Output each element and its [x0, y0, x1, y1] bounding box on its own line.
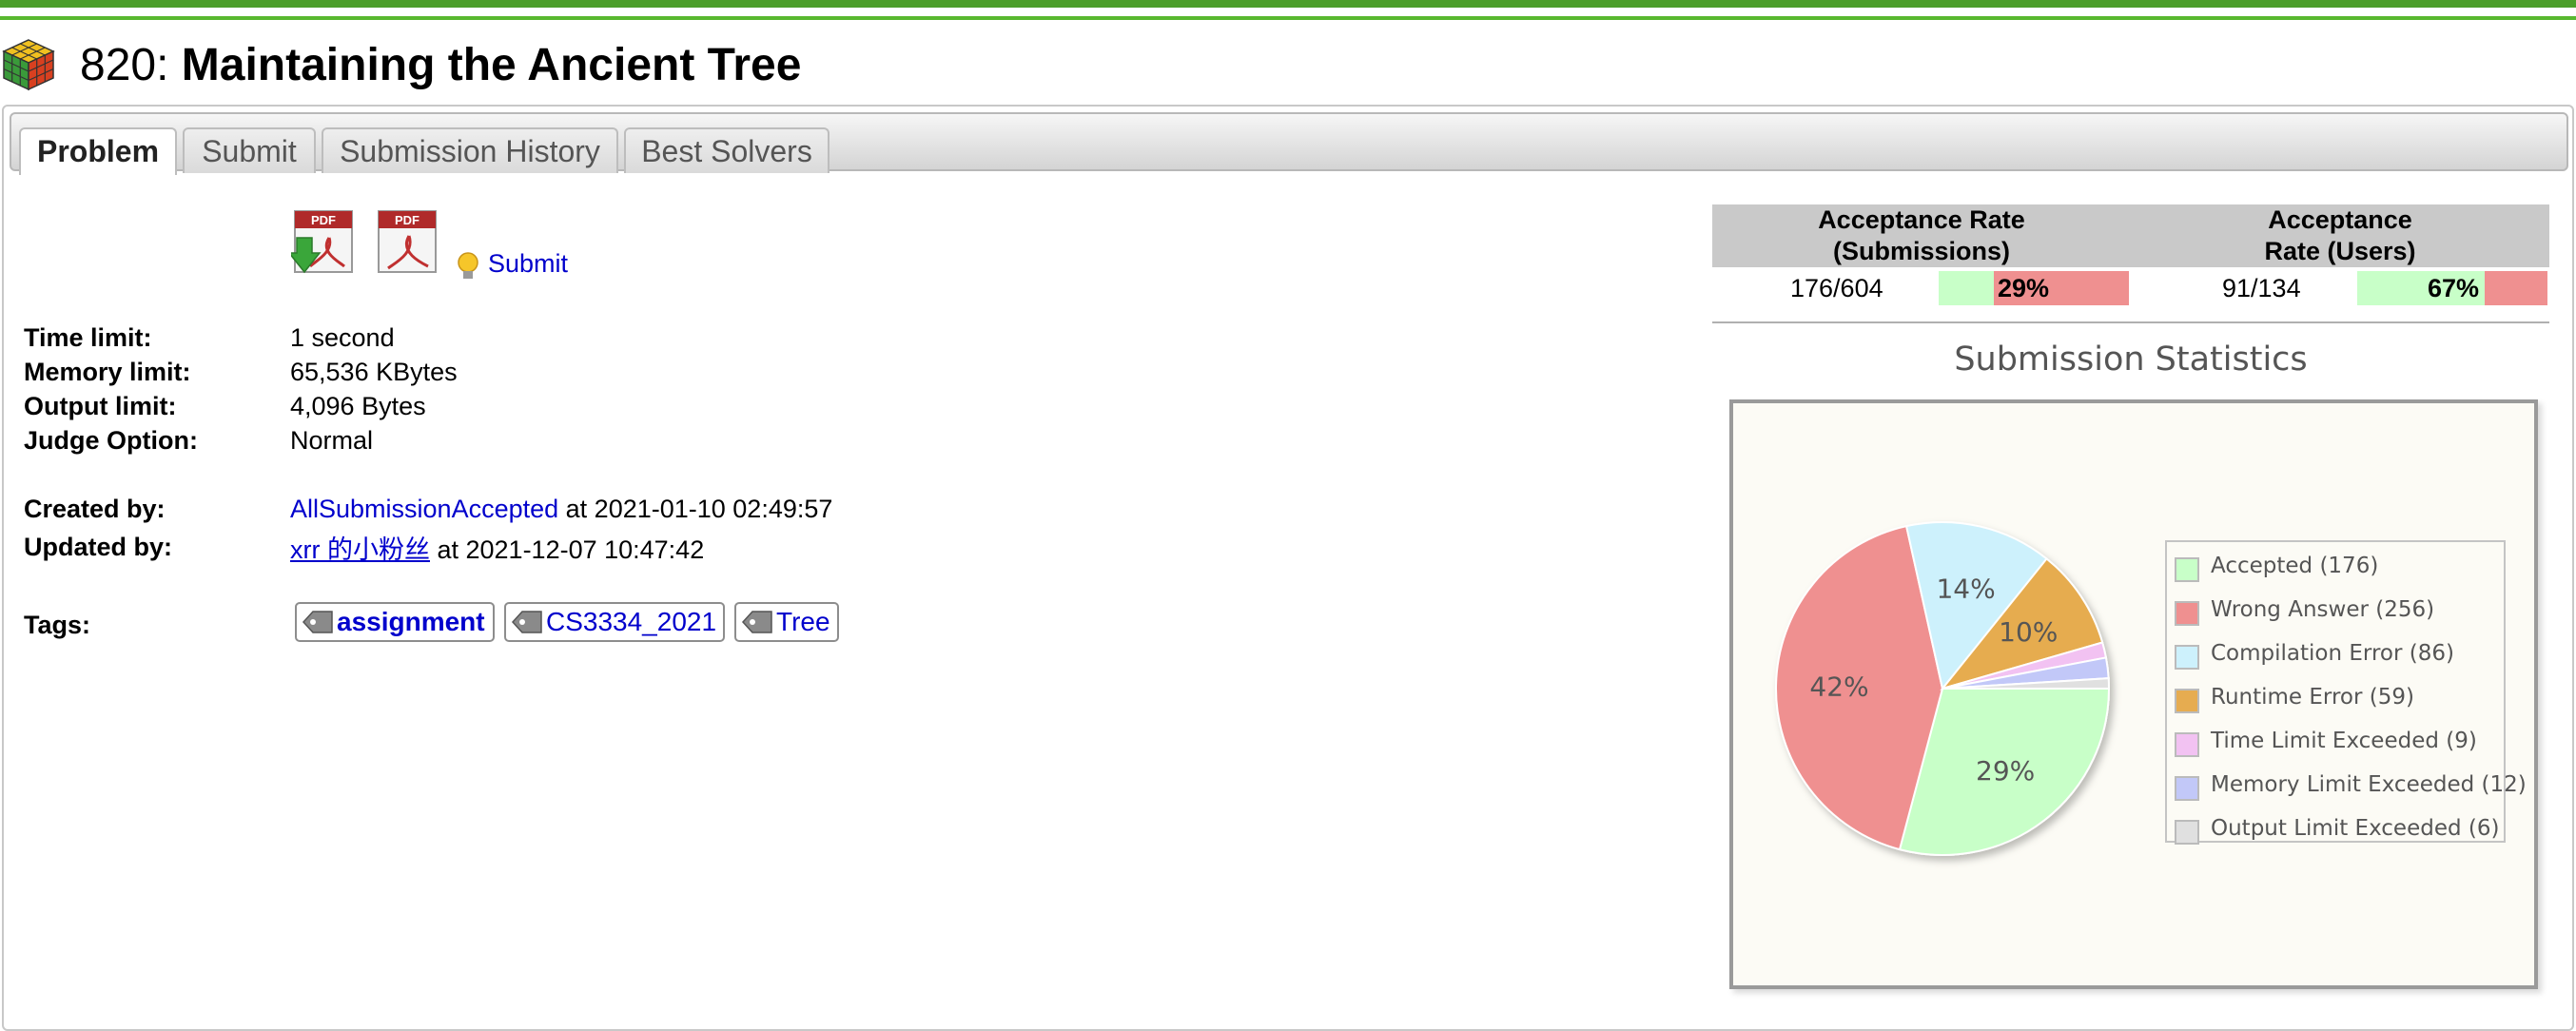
legend-swatch [2175, 776, 2199, 801]
pdf-icon[interactable]: PDF [375, 209, 441, 276]
submissions-rate-bar: 29% [1939, 271, 2129, 305]
users-count: 91/134 [2222, 274, 2301, 302]
updated-by-label: Updated by: [24, 533, 173, 561]
tag-cs3334-2021[interactable]: CS3334_2021 [504, 602, 725, 642]
legend-swatch [2175, 601, 2199, 626]
divider [1712, 321, 2549, 323]
legend-label: Wrong Answer (256) [2211, 597, 2435, 622]
created-at: at 2021-01-10 02:49:57 [558, 495, 833, 523]
pdf-download-icon[interactable]: PDF [291, 209, 358, 276]
memory-limit-value: 65,536 KBytes [290, 358, 458, 386]
updater-link[interactable]: xrr 的小粉丝 [290, 535, 430, 564]
creator-link[interactable]: AllSubmissionAccepted [290, 495, 558, 523]
tag-icon [302, 611, 333, 633]
legend-swatch [2175, 689, 2199, 713]
svg-text:PDF: PDF [395, 213, 420, 227]
legend-label: Runtime Error (59) [2211, 685, 2414, 710]
tag-assignment[interactable]: assignment [295, 602, 495, 642]
time-limit-value: 1 second [290, 323, 395, 352]
tab-bar: Problem Submit Submission History Best S… [10, 112, 2568, 175]
legend-swatch [2175, 820, 2199, 845]
pie-slice-label: 42% [1809, 671, 1868, 703]
submissions-acceptance-header: Acceptance Rate (Submissions) [1712, 204, 2131, 267]
tag-label: Tree [776, 607, 830, 636]
legend-label: Accepted (176) [2211, 554, 2379, 578]
tab-problem[interactable]: Problem [19, 127, 177, 175]
tag-label: assignment [337, 607, 485, 636]
tab-submission-history[interactable]: Submission History [322, 127, 618, 173]
users-acceptance-header: Acceptance Rate (Users) [2131, 204, 2549, 267]
tag-icon [511, 611, 542, 633]
time-limit-label: Time limit: [24, 323, 152, 352]
memory-limit-label: Memory limit: [24, 358, 191, 386]
judge-option-label: Judge Option: [24, 426, 198, 455]
submission-statistics-title: Submission Statistics [1954, 340, 2308, 379]
legend-label: Output Limit Exceeded (6) [2211, 816, 2500, 841]
tags-label: Tags: [24, 611, 91, 639]
tag-icon [741, 611, 772, 633]
tag-tree[interactable]: Tree [734, 602, 839, 642]
rubiks-cube-logo [2, 39, 55, 91]
chart-legend: Accepted (176) Wrong Answer (256) Compilat… [2165, 540, 2527, 845]
created-by-label: Created by: [24, 495, 166, 523]
legend-label: Compilation Error (86) [2211, 641, 2454, 666]
lightbulb-icon [458, 252, 478, 279]
problem-title: Maintaining the Ancient Tree [181, 40, 802, 90]
tag-label: CS3334_2021 [546, 607, 717, 636]
submit-link[interactable]: Submit [488, 249, 568, 279]
legend-swatch [2175, 645, 2199, 670]
tab-submit[interactable]: Submit [183, 127, 316, 173]
updated-by-value: xrr 的小粉丝 at 2021-12-07 10:47:42 [290, 529, 704, 566]
top-banner [0, 0, 2576, 23]
output-limit-value: 4,096 Bytes [290, 392, 426, 420]
judge-option-value: Normal [290, 426, 374, 455]
legend-swatch [2175, 732, 2199, 757]
users-rate-percent: 67% [2427, 274, 2479, 302]
legend-label: Time Limit Exceeded (9) [2211, 729, 2477, 753]
pie-slice-label: 10% [1999, 616, 2058, 648]
svg-text:PDF: PDF [311, 213, 336, 227]
page-title: 820: Maintaining the Ancient Tree [80, 35, 801, 96]
submissions-count: 176/604 [1790, 274, 1883, 302]
tab-best-solvers[interactable]: Best Solvers [624, 127, 829, 173]
submissions-rate-percent: 29% [1998, 274, 2050, 302]
updated-at: at 2021-12-07 10:47:42 [429, 535, 705, 564]
created-by-value: AllSubmissionAccepted at 2021-01-10 02:4… [290, 495, 832, 524]
pie-slice-label: 14% [1936, 573, 1995, 604]
pie-slice-label: 29% [1976, 755, 2035, 787]
users-rate-bar: 67% [2357, 271, 2547, 305]
legend-swatch [2175, 557, 2199, 582]
problem-number: 820: [80, 40, 169, 90]
output-limit-label: Output limit: [24, 392, 177, 420]
legend-label: Memory Limit Exceeded (12) [2211, 772, 2527, 797]
